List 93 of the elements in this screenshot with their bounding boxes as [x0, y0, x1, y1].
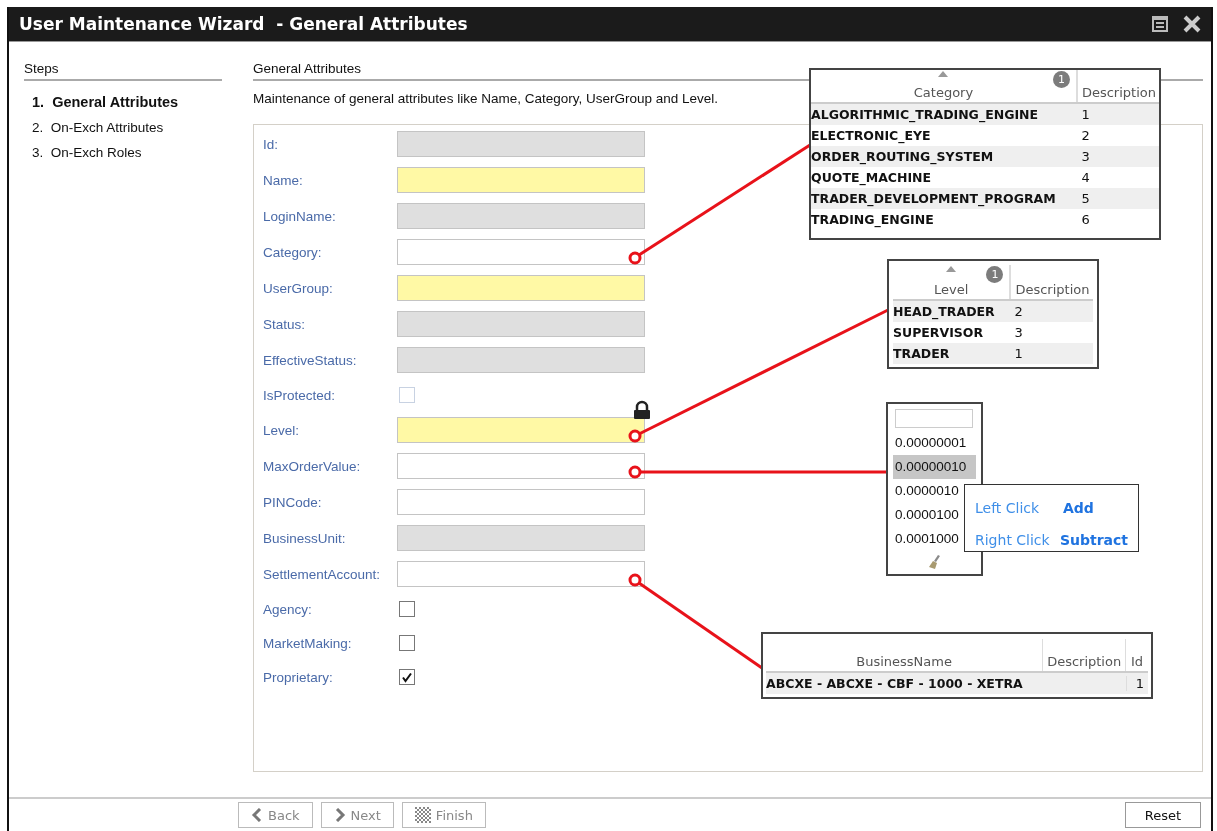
table-cell-text: 2: [1013, 304, 1024, 319]
field-label: Agency:: [263, 601, 313, 617]
step-item[interactable]: 2. On-Exch Attributes: [24, 115, 222, 140]
window-title: User Maintenance Wizard - General Attributes: [19, 14, 469, 34]
table-cell-text: ORDER_ROUTING_SYSTEM: [811, 149, 995, 164]
table-cell: 1: [1126, 676, 1148, 691]
table-cell-text: 3: [1080, 149, 1091, 164]
steps-heading: Steps: [24, 61, 222, 81]
column-header[interactable]: Description: [1047, 654, 1122, 669]
chevron-right-icon: [333, 808, 346, 822]
field-label: Category:: [263, 244, 323, 260]
table-cell-text: 1: [1080, 107, 1091, 122]
field-label: PINCode:: [263, 494, 323, 510]
hint-action: Left Click: [975, 500, 1041, 516]
list-row[interactable]: ELECTRONIC_EYE 2: [811, 125, 1159, 146]
column-header[interactable]: Id: [1130, 654, 1144, 669]
reset-button[interactable]: Reset: [1125, 802, 1201, 828]
list-item[interactable]: 0.00000010: [893, 455, 976, 479]
window-icon[interactable]: [1151, 15, 1169, 33]
input-field[interactable]: [397, 239, 645, 265]
table-cell-text: SUPERVISOR: [893, 325, 985, 340]
list-row[interactable]: SUPERVISOR 3: [893, 322, 1093, 343]
field-label: Status:: [263, 316, 307, 332]
table-cell-text: 6: [1080, 212, 1091, 227]
table-cell-text: ALGORITHMIC_TRADING_ENGINE: [811, 107, 1040, 122]
input-field[interactable]: [397, 525, 645, 551]
input-field[interactable]: [397, 167, 645, 193]
input-field[interactable]: [397, 347, 645, 373]
table-cell-text: 2: [1080, 128, 1091, 143]
input-field[interactable]: [397, 561, 645, 587]
list-item[interactable]: 0.00000001: [893, 431, 976, 455]
table-cell-text: ELECTRONIC_EYE: [811, 128, 932, 143]
checkbox[interactable]: [399, 635, 415, 651]
field-label: LoginName:: [263, 208, 337, 224]
table-cell-text: 4: [1080, 170, 1091, 185]
field-label: MaxOrderValue:: [263, 458, 362, 474]
input-field[interactable]: [397, 131, 645, 157]
input-field[interactable]: [397, 417, 645, 443]
column-header[interactable]: Description: [1081, 85, 1156, 100]
table-cell-text: HEAD_TRADER: [893, 304, 996, 319]
table-cell-text: ABCXE - ABCXE - CBF - 1000 - XETRA: [766, 676, 1024, 691]
list-row[interactable]: ABCXE - ABCXE - CBF - 1000 - XETRA 1: [766, 673, 1148, 694]
field-label: UserGroup:: [263, 280, 334, 296]
table-cell-text: 1: [1013, 346, 1024, 361]
broom-icon[interactable]: [928, 555, 941, 569]
field-label: EffectiveStatus:: [263, 352, 358, 368]
input-field[interactable]: [397, 275, 645, 301]
hint-effect: Subtract: [1059, 532, 1128, 548]
column-header[interactable]: Category: [913, 85, 974, 100]
field-label: SettlementAccount:: [263, 566, 382, 582]
column-header[interactable]: BusinessName: [856, 654, 952, 669]
input-field[interactable]: [397, 203, 645, 229]
checkered-flag-icon: [414, 807, 431, 823]
section-description: Maintenance of general attributes like Name, Category, UserGroup and Level.: [253, 91, 718, 106]
hint-effect: Add: [1063, 500, 1094, 516]
field-label: Name:: [263, 172, 304, 188]
table-cell-text: TRADER: [893, 346, 951, 361]
input-field[interactable]: [397, 311, 645, 337]
list-row[interactable]: TRADER_DEVELOPMENT_PROGRAM 5: [811, 188, 1159, 209]
checkbox[interactable]: [399, 601, 415, 617]
step-item[interactable]: 1. General Attributes: [24, 89, 222, 115]
table-cell-text: 5: [1080, 191, 1091, 206]
close-icon[interactable]: [1183, 15, 1201, 33]
field-label: Id:: [263, 136, 279, 152]
sort-order-badge: 1: [986, 266, 1004, 283]
field-label: MarketMaking:: [263, 635, 353, 651]
input-field[interactable]: [397, 489, 645, 515]
table-cell-text: QUOTE_MACHINE: [811, 170, 933, 185]
field-label: IsProtected:: [263, 387, 337, 403]
input-field[interactable]: [397, 453, 645, 479]
list-row[interactable]: QUOTE_MACHINE 4: [811, 167, 1159, 188]
field-label: Level:: [263, 422, 301, 438]
field-label: Proprietary:: [263, 669, 334, 685]
list-row[interactable]: TRADER 1: [893, 343, 1093, 364]
sort-order-badge: 1: [1052, 71, 1070, 88]
table-cell-text: TRADER_DEVELOPMENT_PROGRAM: [811, 191, 1057, 206]
step-item[interactable]: 3. On-Exch Roles: [24, 140, 222, 165]
list-row[interactable]: HEAD_TRADER 2: [893, 301, 1093, 322]
lock-icon: [634, 400, 650, 419]
hint-action: Right Click: [975, 532, 1051, 548]
checkbox[interactable]: [399, 669, 415, 685]
list-row[interactable]: ALGORITHMIC_TRADING_ENGINE 1: [811, 104, 1159, 125]
table-cell-text: TRADING_ENGINE: [811, 212, 935, 227]
field-label: BusinessUnit:: [263, 530, 347, 546]
sort-icon: [938, 71, 949, 77]
column-header[interactable]: Level: [934, 282, 969, 297]
column-header[interactable]: Description: [1015, 282, 1090, 297]
chevron-left-icon: [251, 808, 263, 822]
input-field[interactable]: [895, 409, 973, 428]
list-row[interactable]: TRADING_ENGINE 6: [811, 209, 1159, 230]
list-row[interactable]: ORDER_ROUTING_SYSTEM 3: [811, 146, 1159, 167]
table-cell-text: 3: [1013, 325, 1024, 340]
sort-icon: [946, 266, 957, 272]
